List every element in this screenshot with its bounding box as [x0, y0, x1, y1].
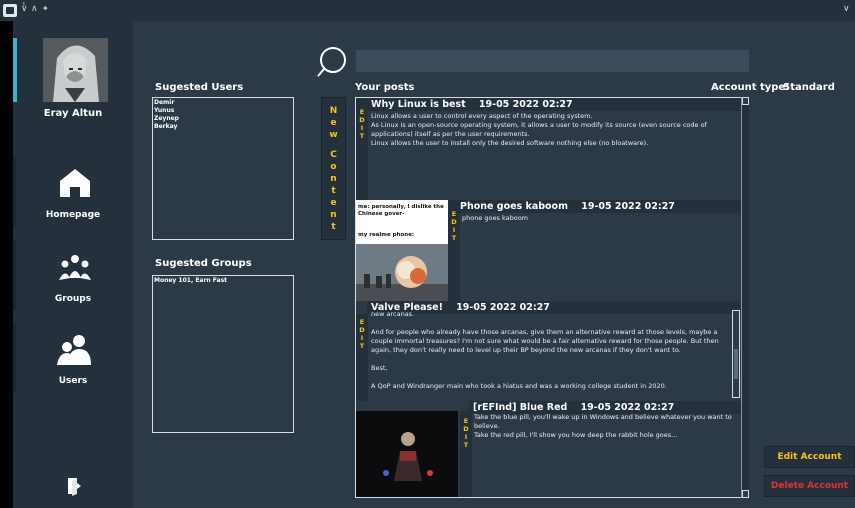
list-item[interactable]: Demir: [154, 99, 292, 107]
delete-account-button[interactable]: Delete Account: [764, 475, 855, 497]
edit-letter: T: [451, 234, 457, 242]
post-edit-button[interactable]: E D I T: [460, 411, 472, 497]
search-input[interactable]: [356, 50, 749, 72]
edit-letter: D: [359, 116, 365, 124]
new-content-letter: C: [330, 149, 337, 160]
post-date: 19-05 2022 02:27: [581, 201, 675, 212]
new-content-letter: t: [331, 221, 336, 232]
nav-users-label: Users: [58, 376, 88, 386]
suggested-users-list[interactable]: Demir Yunus Zeynep Berkay: [152, 97, 294, 240]
users-icon: [57, 335, 91, 365]
post-title-text: [rEFInd] Blue Red: [473, 402, 568, 413]
search-icon[interactable]: [316, 45, 352, 81]
new-content-letter: o: [330, 161, 337, 172]
nav-homepage[interactable]: Homepage: [13, 165, 133, 225]
new-content-letter: n: [330, 209, 337, 220]
edit-letter: I: [360, 124, 364, 132]
nav-groups-label: Groups: [54, 294, 92, 304]
post-body: phone goes kaboom: [462, 214, 529, 222]
edit-letter: D: [463, 425, 469, 433]
logout-icon: [68, 478, 81, 496]
pin-icon[interactable]: ✦: [42, 3, 49, 15]
scroll-up-button[interactable]: [742, 97, 749, 105]
home-icon: [60, 169, 90, 197]
new-content-letter: e: [330, 117, 337, 128]
post-scrollbar-thumb[interactable]: [734, 349, 738, 379]
posts-panel[interactable]: Why Linux is best 19-05 2022 02:27 E D I…: [355, 97, 749, 498]
avatar[interactable]: [43, 38, 108, 102]
edit-letter: I: [452, 226, 456, 234]
post-edit-button[interactable]: E D I T: [356, 98, 368, 200]
list-item[interactable]: Money 101, Earn Fast: [154, 277, 292, 285]
post-title-text: Phone goes kaboom: [460, 201, 568, 212]
nav-groups[interactable]: Groups: [13, 250, 133, 308]
post-image: me: personally, I dislike the Chinese go…: [356, 200, 448, 301]
post-date: 19-05 2022 02:27: [478, 99, 573, 110]
chevron-down-icon[interactable]: ∨: [843, 3, 850, 15]
edit-letter: D: [451, 218, 457, 226]
explosion-image: [356, 244, 448, 301]
edit-letter: E: [451, 210, 457, 218]
new-content-letter: e: [330, 197, 337, 208]
new-content-letter: n: [330, 173, 337, 184]
app-icon[interactable]: [3, 4, 17, 17]
suggested-groups-list[interactable]: Money 101, Earn Fast: [152, 275, 294, 433]
chevron-up-double-icon[interactable]: ∧: [31, 3, 38, 15]
post-body: Take the blue pill, you'll wake up in Wi…: [474, 413, 732, 439]
chevron-down-double-icon-glyph: ∨: [21, 4, 28, 14]
your-posts-title: Your posts: [355, 82, 415, 93]
new-content-letter: w: [329, 129, 338, 140]
post-edit-button[interactable]: E D I T: [356, 314, 368, 401]
post-date: 19-05 2022 02:27: [580, 402, 675, 413]
account-type-value: Standard: [783, 82, 835, 93]
post-title-text: Why Linux is best: [371, 99, 466, 110]
post-body: new arcanas. And for people who already …: [371, 310, 719, 390]
edit-letter: I: [464, 433, 468, 441]
edit-letter: T: [359, 342, 365, 350]
edit-letter: T: [463, 441, 469, 449]
edit-letter: E: [463, 417, 469, 425]
post-image-caption: me: personally, I dislike the Chinese go…: [358, 204, 444, 217]
post-title: Phone goes kaboom 19-05 2022 02:27: [456, 200, 742, 213]
list-item[interactable]: Yunus: [154, 107, 292, 115]
list-item[interactable]: Zeynep: [154, 115, 292, 123]
post-edit-button[interactable]: E D I T: [448, 200, 460, 301]
post-card: Valve Please! 19-05 2022 02:27 E D I T n…: [356, 301, 742, 401]
title-bar: ⸯ ∨ ∧ ✦ ∨: [0, 0, 855, 21]
account-type-label: Account type:: [711, 82, 790, 93]
nav-users[interactable]: Users: [13, 333, 133, 391]
edit-account-button[interactable]: Edit Account: [764, 446, 855, 468]
edit-letter: D: [359, 326, 365, 334]
list-item[interactable]: Berkay: [154, 123, 292, 131]
nav-homepage-label: Homepage: [45, 210, 101, 220]
edit-letter: E: [359, 318, 365, 326]
scroll-down-button[interactable]: [742, 490, 749, 498]
new-content-letter: N: [329, 105, 338, 116]
post-body: Linux allows a user to control every asp…: [371, 112, 707, 147]
groups-icon: [59, 255, 91, 280]
edit-letter: T: [359, 132, 365, 140]
sidebar-active-indicator: [13, 38, 17, 102]
post-image: [356, 411, 458, 497]
suggested-users-title: Sugested Users: [155, 82, 244, 93]
post-card: me: personally, I dislike the Chinese go…: [356, 200, 742, 301]
edit-letter: I: [360, 334, 364, 342]
new-content-button[interactable]: N e w C o n t e n t: [321, 97, 346, 240]
post-card: [rEFInd] Blue Red 19-05 2022 02:27 E D I…: [356, 401, 742, 497]
suggested-groups-title: Sugested Groups: [155, 258, 252, 269]
posts-scrollbar[interactable]: [741, 97, 749, 498]
post-title: Why Linux is best 19-05 2022 02:27: [367, 98, 742, 111]
nav-logout[interactable]: [13, 476, 133, 498]
post-card: Why Linux is best 19-05 2022 02:27 E D I…: [356, 98, 742, 200]
post-scrollbar[interactable]: [732, 310, 740, 398]
matrix-image: [356, 411, 458, 497]
new-content-letter: t: [331, 185, 336, 196]
post-image-caption: my realme phone:: [358, 232, 415, 238]
edit-letter: E: [359, 108, 365, 116]
username: Eray Altun: [43, 108, 103, 119]
